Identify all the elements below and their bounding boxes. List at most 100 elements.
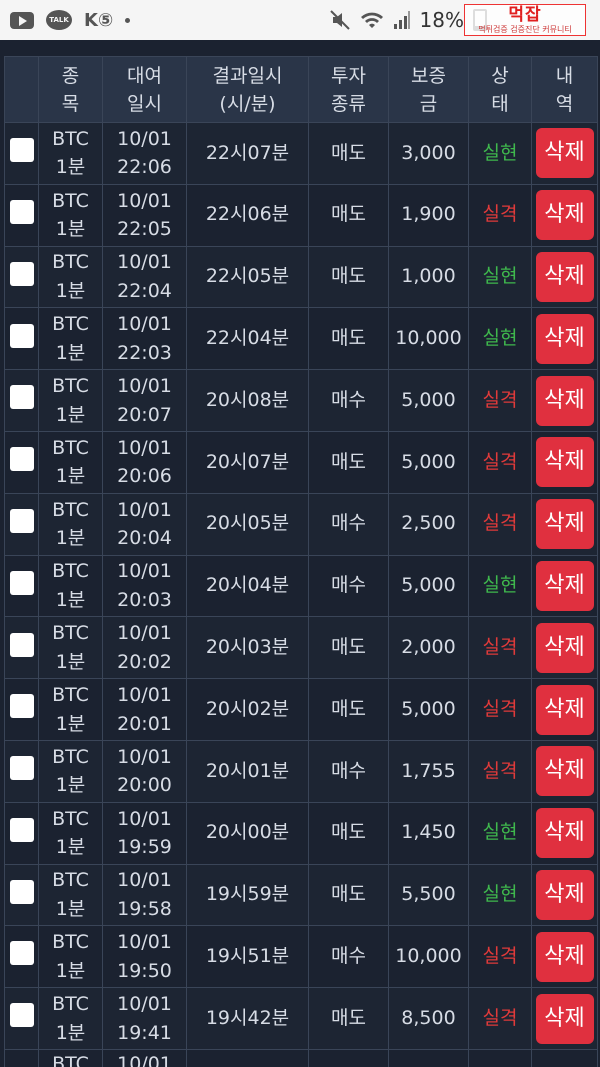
row-select-cell[interactable] xyxy=(4,801,39,865)
header-detail: 내 역 xyxy=(531,56,598,123)
table-row: BTC 1분 10/01 19:59 20시00분 매도 1,450 실현 삭제 xyxy=(4,801,598,865)
result-time-cell: 22시06분 xyxy=(186,183,309,247)
row-select-cell[interactable] xyxy=(4,678,39,741)
rental-time-cell: 10/01 19:58 xyxy=(102,863,187,927)
row-select-cell[interactable] xyxy=(4,863,39,927)
status-cell: 실격 xyxy=(468,616,532,680)
delete-button[interactable]: 삭제 xyxy=(535,684,594,735)
delete-button[interactable]: 삭제 xyxy=(535,560,594,611)
rental-time-cell: 10/01 20:06 xyxy=(102,430,187,494)
status-cell: 실격 xyxy=(468,369,532,432)
mute-icon xyxy=(329,9,351,31)
delete-button[interactable]: 삭제 xyxy=(535,869,594,920)
delete-button[interactable]: 삭제 xyxy=(535,931,594,982)
delete-button[interactable]: 삭제 xyxy=(535,499,594,550)
deposit-cell: 5,000 xyxy=(388,369,469,432)
symbol-cell: BTC 1분 xyxy=(38,245,103,309)
row-select-cell[interactable] xyxy=(4,492,39,556)
detail-cell: 삭제 xyxy=(531,739,598,803)
invest-type-cell: 매도 xyxy=(308,616,389,680)
result-time-cell: 19시42분 xyxy=(186,987,309,1050)
row-checkbox[interactable] xyxy=(9,508,34,533)
row-select-cell[interactable] xyxy=(4,245,39,309)
result-time-cell: 20시03분 xyxy=(186,616,309,680)
invest-type-cell: 매도 xyxy=(308,430,389,494)
rental-time-cell: 10/01 20:02 xyxy=(102,616,187,680)
status-cell: 실격 xyxy=(468,430,532,494)
row-checkbox[interactable] xyxy=(9,1003,34,1028)
row-checkbox[interactable] xyxy=(9,817,34,842)
row-checkbox[interactable] xyxy=(9,385,34,410)
row-checkbox[interactable] xyxy=(9,447,34,472)
result-time-cell: 20시07분 xyxy=(186,430,309,494)
row-select-cell[interactable] xyxy=(4,739,39,803)
delete-button[interactable]: 삭제 xyxy=(535,993,594,1044)
row-select-cell[interactable] xyxy=(4,987,39,1050)
delete-button[interactable]: 삭제 xyxy=(535,313,594,364)
row-select-cell[interactable] xyxy=(4,307,39,371)
row-select-cell[interactable] xyxy=(4,1048,39,1067)
row-select-cell[interactable] xyxy=(4,554,39,618)
delete-button[interactable]: 삭제 xyxy=(535,437,594,488)
result-time-cell: 22시04분 xyxy=(186,307,309,371)
detail-cell: 삭제 xyxy=(531,369,598,432)
detail-cell: 삭제 xyxy=(531,925,598,989)
deposit-cell: 5,000 xyxy=(388,430,469,494)
header-symbol: 종 목 xyxy=(38,56,103,123)
rental-time-cell: 10/01 20:07 xyxy=(102,369,187,432)
table-row: BTC 1분 10/01 22:05 22시06분 매도 1,900 실격 삭제 xyxy=(4,183,598,247)
deposit-cell: 2,500 xyxy=(388,492,469,556)
row-select-cell[interactable] xyxy=(4,122,39,185)
row-checkbox[interactable] xyxy=(9,138,34,163)
row-select-cell[interactable] xyxy=(4,616,39,680)
row-select-cell[interactable] xyxy=(4,430,39,494)
detail-cell: 삭제 xyxy=(531,678,598,741)
header-invest-type: 투자 종류 xyxy=(308,56,389,123)
row-checkbox[interactable] xyxy=(9,694,34,719)
symbol-cell: BTC 1분 xyxy=(38,925,103,989)
row-checkbox[interactable] xyxy=(9,570,34,595)
row-checkbox[interactable] xyxy=(9,756,34,781)
symbol-cell: BTC 1분 xyxy=(38,307,103,371)
delete-button[interactable]: 삭제 xyxy=(535,128,594,179)
symbol-cell: BTC 1분 xyxy=(38,863,103,927)
result-time-cell: 20시08분 xyxy=(186,369,309,432)
detail-cell: 삭제 xyxy=(531,307,598,371)
row-select-cell[interactable] xyxy=(4,183,39,247)
signal-icon xyxy=(393,10,411,30)
detail-cell: 삭제 xyxy=(531,554,598,618)
wifi-icon xyxy=(360,10,384,30)
delete-button[interactable]: 삭제 xyxy=(535,808,594,859)
delete-button[interactable]: 삭제 xyxy=(535,375,594,426)
invest-type-cell: 매수 xyxy=(308,739,389,803)
row-select-cell[interactable] xyxy=(4,369,39,432)
status-cell: 실격 xyxy=(468,183,532,247)
rental-time-cell: 10/01 22:05 xyxy=(102,183,187,247)
table-row: BTC 1분 10/01 22:03 22시04분 매도 10,000 실현 삭제 xyxy=(4,307,598,371)
delete-button[interactable]: 삭제 xyxy=(535,190,594,241)
deposit-cell: 2,000 xyxy=(388,616,469,680)
detail-cell: 삭제 xyxy=(531,430,598,494)
rental-time-cell: 10/01 22:04 xyxy=(102,245,187,309)
result-time-cell: 20시00분 xyxy=(186,801,309,865)
invest-type-cell: 매도 xyxy=(308,801,389,865)
delete-button[interactable]: 삭제 xyxy=(535,251,594,302)
deposit-cell: 5,000 xyxy=(388,678,469,741)
row-checkbox[interactable] xyxy=(9,199,34,224)
delete-button[interactable]: 삭제 xyxy=(535,746,594,797)
row-checkbox[interactable] xyxy=(9,323,34,348)
status-cell xyxy=(468,1048,532,1067)
symbol-cell: BTC 1분 xyxy=(38,369,103,432)
row-checkbox[interactable] xyxy=(9,632,34,657)
row-checkbox[interactable] xyxy=(9,261,34,286)
row-select-cell[interactable] xyxy=(4,925,39,989)
status-cell: 실현 xyxy=(468,245,532,309)
table-row: BTC 1분 10/01 19:50 19시51분 매수 10,000 실격 삭제 xyxy=(4,925,598,989)
status-cell: 실현 xyxy=(468,122,532,185)
row-checkbox[interactable] xyxy=(9,879,34,904)
delete-button[interactable]: 삭제 xyxy=(535,622,594,673)
youtube-icon xyxy=(10,11,34,29)
row-checkbox[interactable] xyxy=(9,941,34,966)
result-time-cell: 22시05분 xyxy=(186,245,309,309)
symbol-cell: BTC xyxy=(38,1048,103,1067)
